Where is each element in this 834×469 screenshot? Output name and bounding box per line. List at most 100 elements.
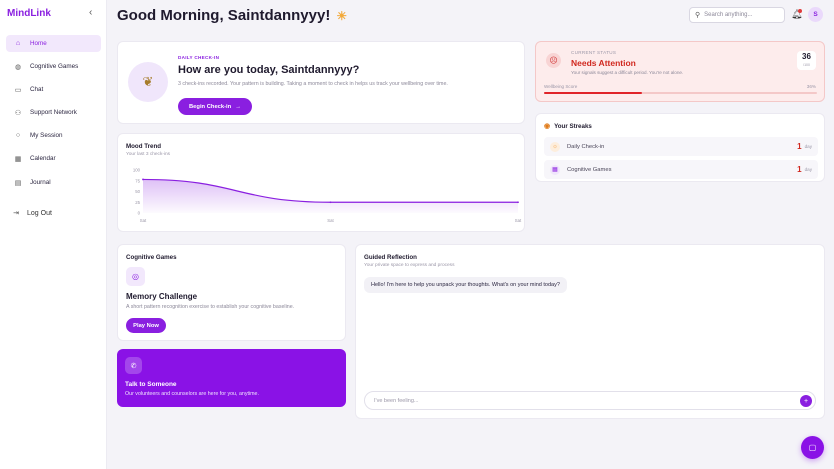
avatar[interactable]: S — [808, 7, 823, 22]
y-tick-label: 75 — [135, 178, 140, 183]
reflection-input-placeholder: I've been feeling... — [374, 397, 419, 404]
checkin-question: How are you today, Saintdannyyy? — [178, 64, 360, 76]
sidebar-item-label: Home — [30, 40, 47, 47]
sidebar-item-cognitive-games[interactable]: ◍ Cognitive Games — [6, 58, 101, 75]
begin-checkin-button[interactable]: Begin Check-in → — [178, 98, 252, 115]
brain-icon: ◍ — [14, 63, 22, 71]
wellbeing-progress-track — [544, 92, 817, 94]
greeting-text: Good Morning, Saintdannyyy! — [117, 7, 331, 24]
search-placeholder: Search anything... — [704, 12, 753, 18]
reflection-input[interactable]: I've been feeling... + — [364, 391, 816, 410]
wellbeing-progress-fill — [544, 92, 643, 94]
talk-to-someone-card[interactable]: ✆ Talk to Someone Our volunteers and cou… — [117, 349, 346, 407]
mood-area — [143, 179, 518, 213]
challenge-title: Memory Challenge — [126, 292, 198, 301]
talk-title: Talk to Someone — [125, 381, 177, 388]
send-button[interactable]: + — [800, 395, 812, 407]
sidebar-item-journal[interactable]: ▤ Journal — [6, 174, 101, 191]
x-tick-label: Sat — [140, 218, 147, 223]
sidebar-item-label: Chat — [30, 86, 44, 93]
flame-icon: ◉ — [544, 123, 551, 130]
sidebar-item-label: Journal — [30, 179, 51, 186]
users-icon: ⚇ — [14, 109, 22, 117]
streak-row-checkin: ☼ Daily Check-in 1 day — [544, 137, 818, 156]
session-icon: ○ — [15, 132, 21, 139]
play-now-button[interactable]: Play Now — [126, 318, 166, 333]
phone-icon: ✆ — [125, 357, 142, 374]
y-tick-label: 50 — [135, 189, 140, 194]
guided-reflection-card: Guided Reflection Your private space to … — [355, 244, 825, 419]
y-tick-label: 25 — [135, 200, 140, 205]
mood-point — [142, 178, 144, 181]
sidebar-item-label: Cognitive Games — [30, 63, 79, 70]
challenge-description: A short pattern recognition exercise to … — [126, 304, 295, 310]
reflection-subtitle: Your private space to express and proces… — [364, 263, 455, 268]
logout-button[interactable]: ⇥ Log Out — [9, 206, 52, 220]
streaks-card: ◉ Your Streaks ☼ Daily Check-in 1 day ▦ … — [535, 113, 825, 182]
score-label: /100 — [803, 63, 810, 67]
streaks-header: ◉ Your Streaks — [544, 122, 592, 131]
status-card: ☹ CURRENT STATUS Needs Attention Your si… — [535, 41, 825, 102]
checkin-card: ❦ DAILY CHECK-IN How are you today, Sain… — [117, 41, 525, 124]
reflection-title: Guided Reflection — [364, 254, 417, 261]
streaks-title: Your Streaks — [554, 122, 592, 130]
checkin-description: 3 check-ins recorded. Your pattern is bu… — [178, 81, 448, 87]
score-value: 36 — [802, 52, 811, 61]
score-badge: 36 /100 — [797, 51, 816, 70]
y-tick-label: 100 — [133, 168, 141, 173]
target-icon: ◎ — [126, 267, 145, 286]
x-tick-label: Sat — [515, 218, 522, 223]
talk-description: Our volunteers and counselors are here f… — [125, 391, 259, 397]
streak-unit: day — [804, 144, 812, 149]
search-input[interactable]: ⚲ Search anything... — [689, 7, 785, 23]
calendar-icon: ▦ — [14, 155, 22, 163]
sidebar-item-label: My Session — [30, 132, 63, 139]
wellbeing-percent: 36% — [806, 84, 816, 89]
streak-unit: day — [804, 167, 812, 172]
y-tick-label: 0 — [138, 211, 141, 216]
sidebar: MindLink ‹ ⌂ Home ◍ Cognitive Games ▭ Ch… — [0, 0, 107, 469]
sidebar-item-label: Calendar — [30, 155, 56, 162]
sidebar-item-my-session[interactable]: ○ My Session — [6, 127, 101, 144]
chat-icon: ▭ — [14, 86, 22, 94]
chat-bubble-icon: ▢ — [808, 443, 817, 452]
sad-face-icon: ☹ — [546, 53, 561, 68]
streak-row-games: ▦ Cognitive Games 1 day — [544, 160, 818, 179]
mood-point — [517, 201, 519, 204]
page-title: Good Morning, Saintdannyyy! ☀ — [117, 7, 347, 24]
sun-icon: ☀ — [336, 8, 348, 23]
status-description: Your signals suggest a difficult period.… — [571, 70, 684, 75]
streak-label: Daily Check-in — [567, 143, 605, 150]
home-icon: ⌂ — [15, 40, 21, 47]
chat-fab-button[interactable]: ▢ — [801, 436, 824, 459]
status-eyebrow: CURRENT STATUS — [571, 50, 617, 55]
mood-point — [329, 201, 332, 204]
logout-label: Log Out — [27, 209, 52, 217]
grid-icon: ▦ — [550, 164, 560, 175]
status-title: Needs Attention — [571, 58, 636, 68]
wellbeing-label: Wellbeing Score — [544, 84, 578, 89]
x-tick-label: Sat — [327, 218, 334, 223]
plant-icon: ❦ — [128, 62, 168, 102]
streak-count: 1 — [797, 165, 802, 174]
sidebar-item-support-network[interactable]: ⚇ Support Network — [6, 104, 101, 121]
logout-icon: ⇥ — [13, 210, 19, 217]
streak-label: Cognitive Games — [567, 166, 612, 173]
streak-count: 1 — [797, 142, 802, 151]
sidebar-item-chat[interactable]: ▭ Chat — [6, 81, 101, 98]
sidebar-item-label: Support Network — [30, 109, 77, 116]
collapse-sidebar-icon[interactable]: ‹ — [89, 7, 92, 18]
arrow-right-icon: → — [235, 103, 241, 110]
sun-icon: ☼ — [550, 141, 560, 152]
notification-dot — [798, 9, 802, 13]
checkin-eyebrow: DAILY CHECK-IN — [178, 55, 220, 60]
mood-chart: 100 75 50 25 0 Sat Sat Sat — [133, 168, 522, 224]
games-title: Cognitive Games — [126, 254, 177, 261]
sidebar-item-calendar[interactable]: ▦ Calendar — [6, 150, 101, 167]
journal-icon: ▤ — [14, 179, 22, 187]
app-logo[interactable]: MindLink — [7, 8, 51, 19]
sidebar-item-home[interactable]: ⌂ Home — [6, 35, 101, 52]
mood-trend-card: Mood Trend Your last 3 check-ins 100 75 50… — [117, 133, 525, 232]
begin-checkin-label: Begin Check-in — [189, 103, 232, 110]
search-icon: ⚲ — [695, 12, 701, 19]
